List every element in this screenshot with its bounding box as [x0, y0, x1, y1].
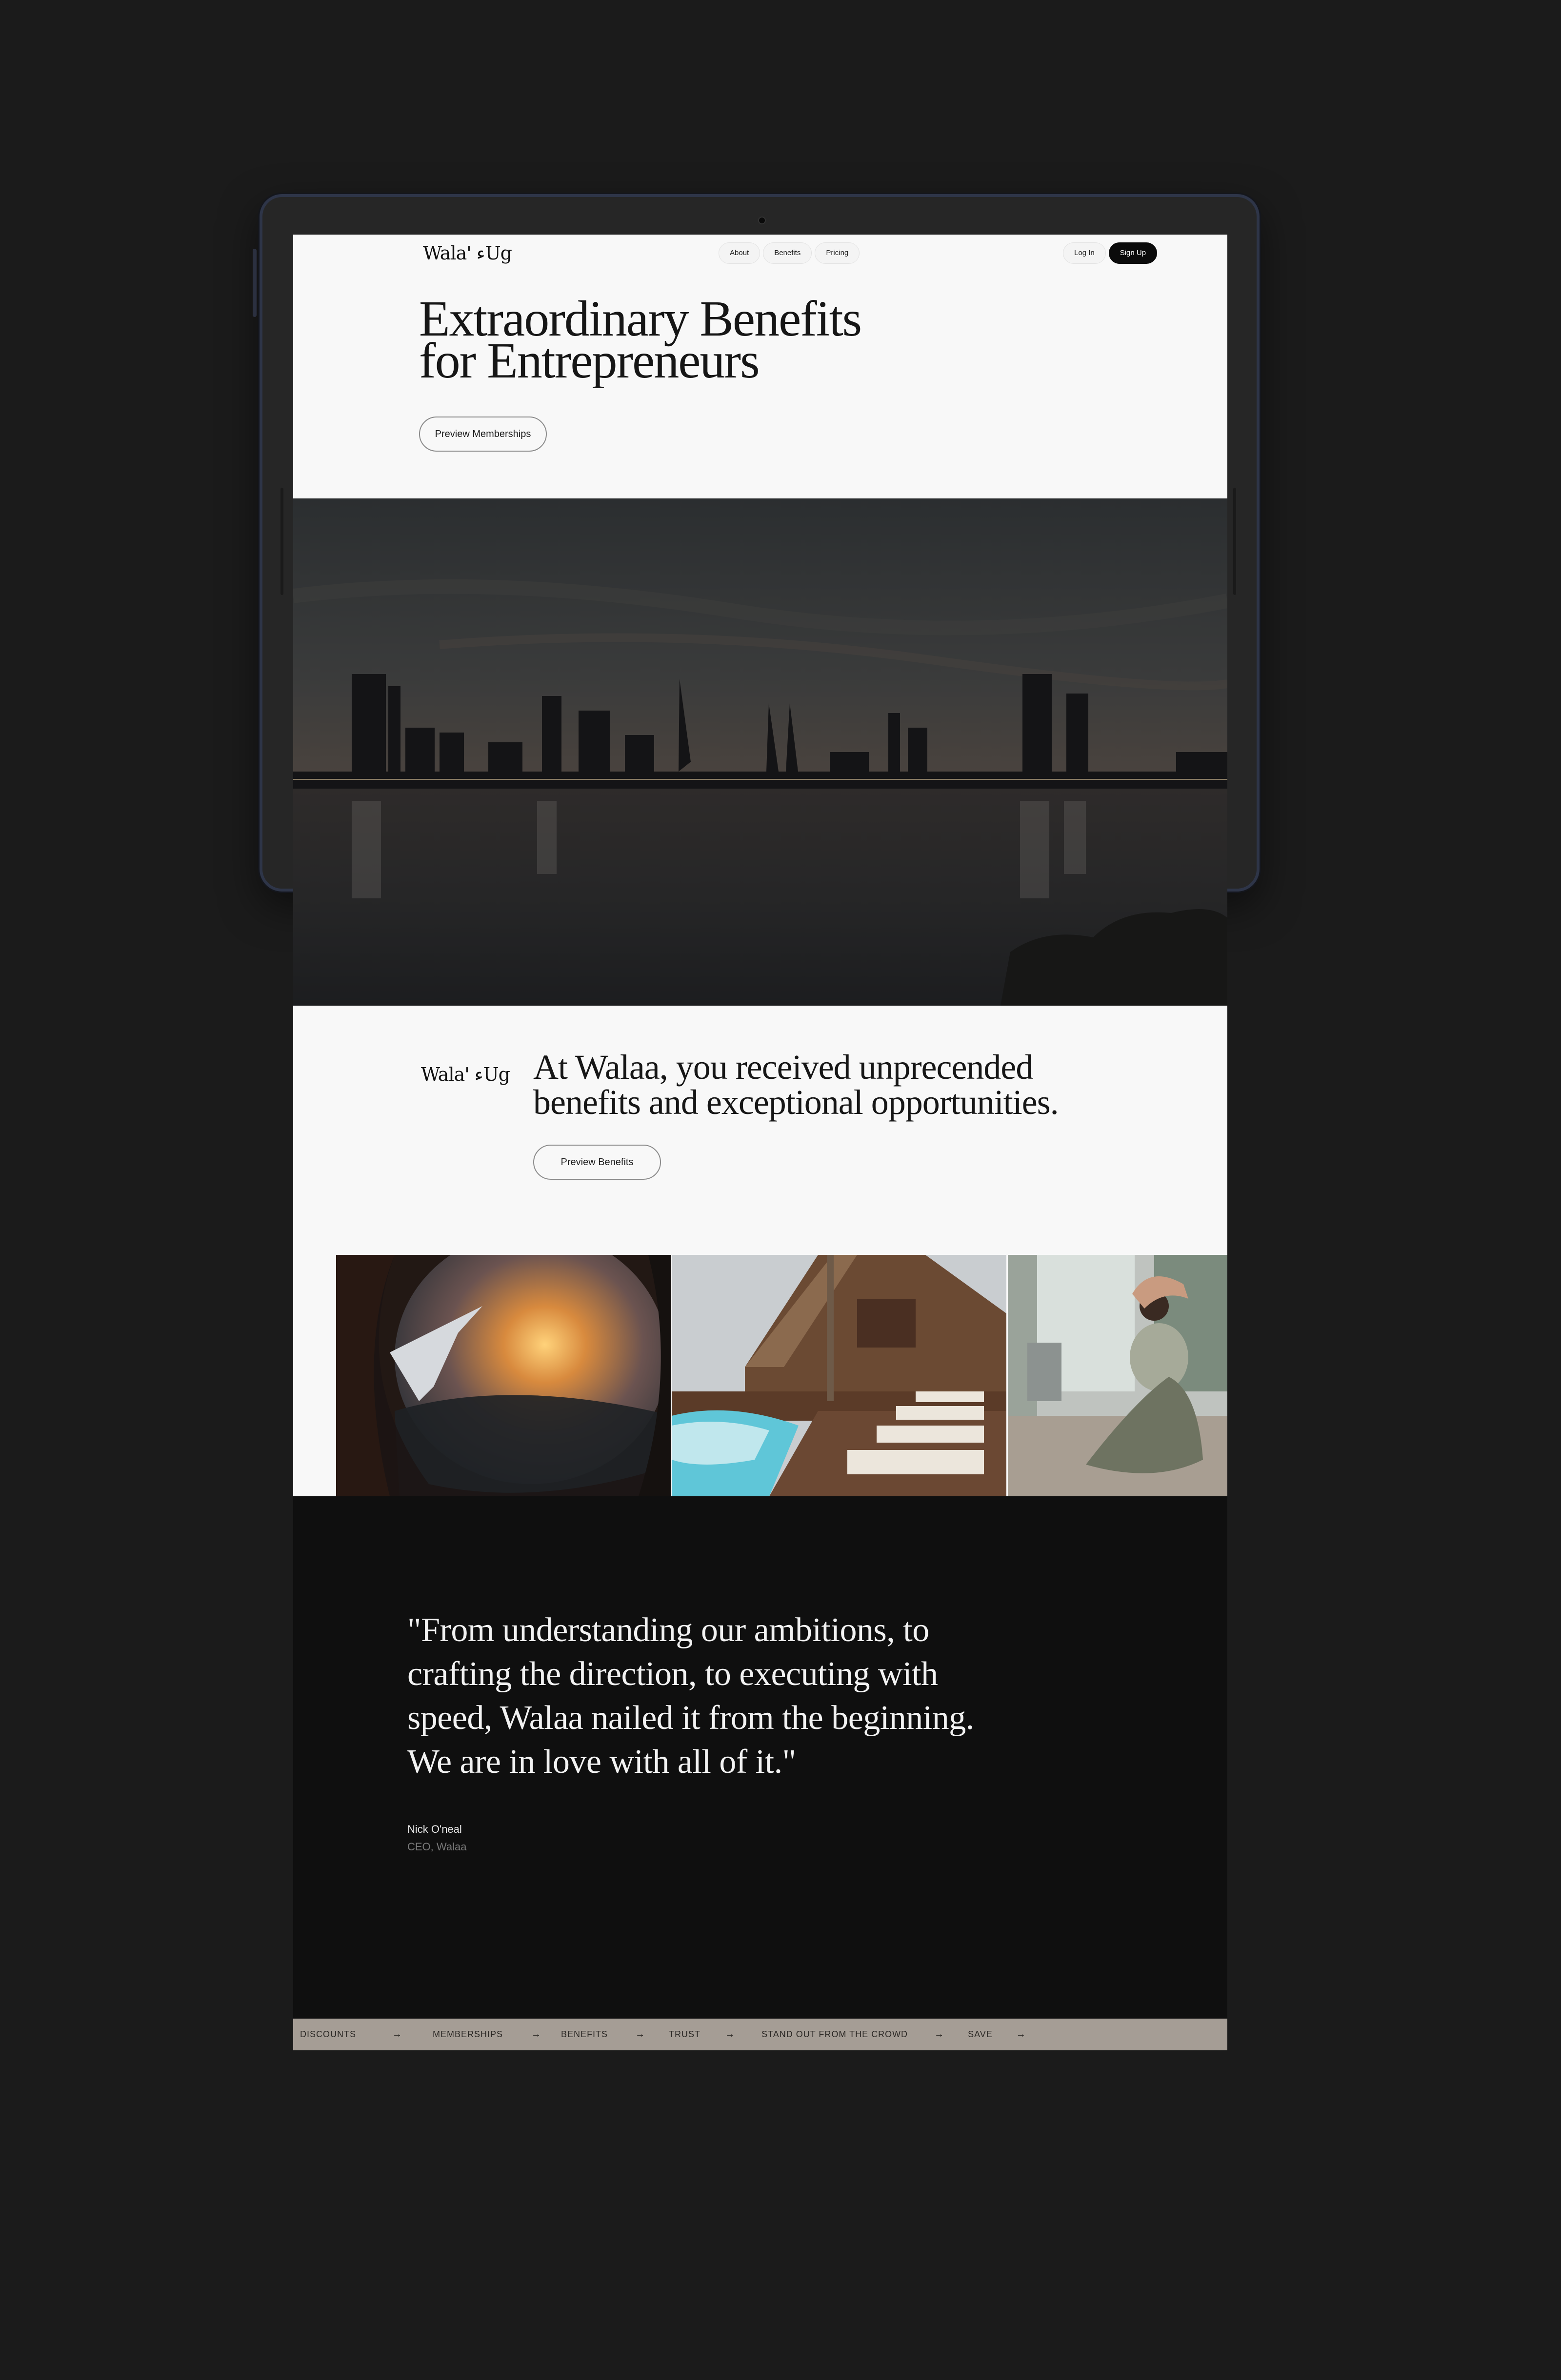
quote-line: crafting the direction, to executing wit… [407, 1655, 938, 1693]
website-page: Wala' ءUg About Benefits Pricing Log In … [293, 235, 1227, 2050]
ticker-item: DISCOUNTS [300, 2029, 357, 2039]
quote-line: We are in love with all of it." [407, 1743, 796, 1781]
testimonial-section: "From understanding our ambitions, to cr… [293, 1496, 1227, 2021]
ticker-item: SAVE [968, 2029, 993, 2039]
preview-benefits-button[interactable]: Preview Benefits [533, 1145, 661, 1180]
resort-pool-image [672, 1255, 1006, 1496]
side-button [253, 249, 257, 317]
city-skyline-image [293, 498, 1227, 1006]
about-statement-line: At Walaa, you received unprecended [533, 1048, 1033, 1087]
testimonial-role: CEO, Walaa [407, 1841, 467, 1853]
quote-line: speed, Walaa nailed it from the beginnin… [407, 1699, 974, 1737]
about-statement-line: benefits and exceptional opportunities. [533, 1083, 1059, 1122]
auth-buttons: Log In Sign Up [1063, 242, 1158, 264]
testimonial-author: Nick O'neal [407, 1823, 462, 1835]
signup-button[interactable]: Sign Up [1108, 242, 1158, 264]
login-button[interactable]: Log In [1063, 242, 1106, 264]
nav-link-benefits[interactable]: Benefits [763, 242, 812, 264]
yoga-pose-image [1008, 1255, 1227, 1496]
arrow-right-icon: → [725, 2029, 736, 2040]
preview-memberships-button[interactable]: Preview Memberships [419, 416, 547, 452]
brand-logo: Wala' ءUg [421, 1064, 510, 1085]
ticker-item: STAND OUT FROM THE CROWD [761, 2029, 908, 2039]
ticker-item: TRUST [669, 2029, 701, 2039]
arrow-right-icon: → [934, 2029, 945, 2040]
camera-icon [759, 218, 765, 223]
top-navigation: Wala' ءUg About Benefits Pricing Log In … [293, 235, 1227, 274]
quote-line: "From understanding our ambitions, to [407, 1611, 929, 1649]
side-button [1233, 488, 1236, 595]
arrow-right-icon: → [392, 2029, 403, 2040]
nav-link-about[interactable]: About [719, 242, 760, 264]
marquee-ticker: DISCOUNTS → MEMBERSHIPS → BENEFITS → TRU… [293, 2019, 1227, 2050]
nav-links: About Benefits Pricing [719, 242, 860, 264]
airplane-window-image [336, 1255, 671, 1496]
ticker-item: BENEFITS [561, 2029, 608, 2039]
about-statement: At Walaa, you received unprecended benef… [533, 1050, 1167, 1120]
arrow-right-icon: → [635, 2029, 646, 2040]
brand-logo[interactable]: Wala' ءUg [423, 242, 512, 264]
ticker-item: MEMBERSHIPS [433, 2029, 503, 2039]
arrow-right-icon: → [1016, 2029, 1026, 2040]
testimonial-quote: "From understanding our ambitions, to cr… [407, 1608, 1041, 1784]
nav-link-pricing[interactable]: Pricing [815, 242, 860, 264]
arrow-right-icon: → [531, 2029, 542, 2040]
side-button [280, 488, 283, 595]
hero-title-line: for Entrepreneurs [419, 333, 760, 389]
hero-title: Extraordinary Benefits for Entrepreneurs [419, 294, 1053, 386]
